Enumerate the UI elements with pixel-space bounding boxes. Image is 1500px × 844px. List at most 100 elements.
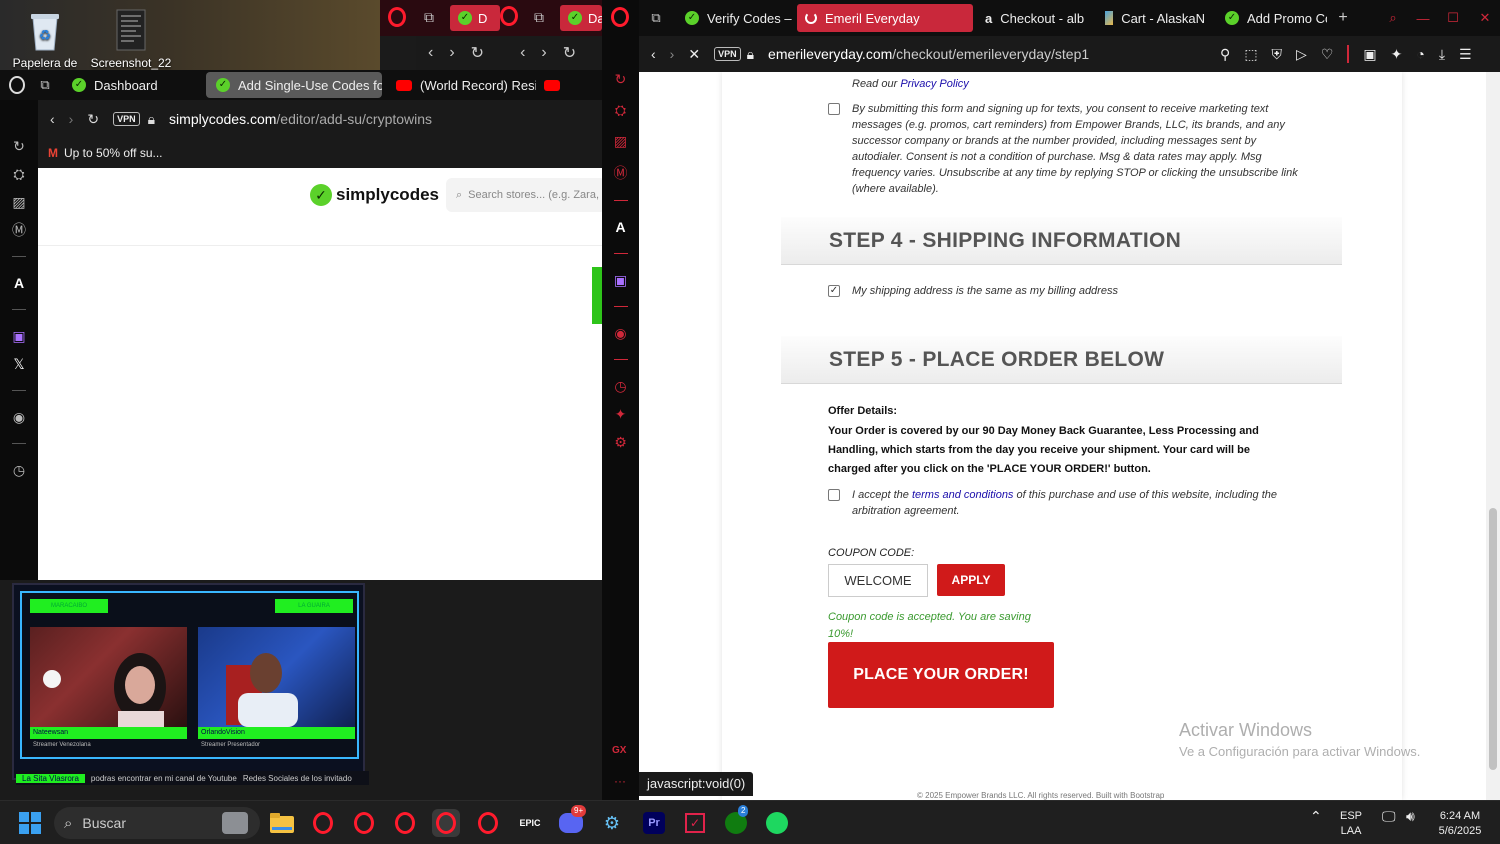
simplycodes-logo[interactable]: ✓ simplycodes: [310, 184, 439, 206]
epic-games-icon[interactable]: EPIC: [516, 809, 544, 837]
url-field[interactable]: emerileveryday.com/checkout/emerileveryd…: [768, 46, 1198, 62]
aria-icon[interactable]: A: [0, 269, 38, 297]
tab-snap-icon[interactable]: ⧉: [424, 9, 434, 26]
back-icon[interactable]: ‹: [651, 46, 656, 62]
extension-icon[interactable]: ▨: [0, 188, 38, 216]
place-order-button[interactable]: PLACE YOUR ORDER!: [828, 642, 1054, 708]
wallet-icon[interactable]: ▣: [1363, 46, 1376, 63]
opera-logo-icon[interactable]: [6, 76, 28, 94]
url-field[interactable]: simplycodes.com/editor/add-su/cryptowins: [169, 111, 432, 127]
tab-cart-alaska[interactable]: Cart - AlaskaN: [1097, 4, 1213, 32]
screenshot-file-shortcut[interactable]: Screenshot_22: [86, 4, 176, 70]
opera-gx-icon[interactable]: [350, 809, 378, 837]
sms-consent-checkbox[interactable]: [828, 103, 840, 115]
maximize-icon[interactable]: ☐: [1440, 10, 1466, 26]
gx-icon[interactable]: GX: [612, 745, 626, 756]
reload-icon[interactable]: ↻: [471, 43, 484, 63]
tab-background[interactable]: ✓ Da: [560, 5, 605, 31]
aria-icon[interactable]: A: [602, 213, 639, 241]
file-explorer-icon[interactable]: [268, 809, 296, 837]
clock[interactable]: 6:24 AM 5/6/2025: [1436, 809, 1484, 839]
reload-icon[interactable]: ↻: [87, 111, 99, 128]
tab-snap-icon[interactable]: ⧉: [534, 9, 544, 26]
search-tabs-icon[interactable]: ⌕: [1380, 10, 1406, 26]
forward-icon[interactable]: ›: [449, 44, 454, 62]
scrollbar-thumb[interactable]: [1489, 508, 1497, 770]
more-icon[interactable]: ···: [614, 774, 626, 788]
side-tab-handle[interactable]: [592, 267, 602, 324]
download-icon[interactable]: ⤓: [1439, 46, 1445, 63]
messenger-icon[interactable]: Ⓜ: [0, 216, 38, 244]
tab-youtube-partial[interactable]: [540, 72, 570, 98]
red-app-icon[interactable]: ✓: [681, 809, 709, 837]
taskbar-search-input[interactable]: ⌕ Buscar: [54, 807, 260, 839]
forward-icon[interactable]: ›: [541, 44, 546, 62]
terms-checkbox[interactable]: [828, 489, 840, 501]
windows-start-button[interactable]: [16, 809, 44, 837]
reload-icon[interactable]: ↻: [563, 43, 576, 63]
opera-gx-icon-active[interactable]: [432, 809, 460, 837]
opera-logo-icon[interactable]: [611, 7, 629, 27]
premiere-pro-icon[interactable]: Pr: [640, 809, 668, 837]
bookmark-item[interactable]: Up to 50% off su...: [64, 146, 163, 160]
vpn-badge[interactable]: VPN: [113, 112, 140, 126]
forward-icon[interactable]: ›: [69, 111, 74, 127]
coupon-code-input[interactable]: WELCOME: [828, 564, 928, 597]
heart-icon[interactable]: ♡: [1321, 46, 1334, 63]
forward-icon[interactable]: ›: [670, 46, 675, 62]
tab-dashboard[interactable]: ✓ Dashboard: [62, 72, 202, 98]
xbox-icon[interactable]: 2: [722, 805, 750, 837]
ai-bot-icon[interactable]: ⛭: [602, 95, 639, 126]
network-icon[interactable]: 🖵︎: [1382, 809, 1396, 824]
show-hidden-icons[interactable]: ⌃: [1310, 809, 1322, 824]
send-icon[interactable]: ▷: [1296, 46, 1307, 63]
pin-icon[interactable]: ⚲: [1220, 46, 1230, 63]
steam-icon[interactable]: ⚙: [598, 809, 626, 837]
discord-icon[interactable]: 9+: [557, 805, 587, 837]
shield-icon[interactable]: ⛨: [1272, 46, 1283, 63]
twitch-icon[interactable]: ▣: [602, 266, 639, 294]
spotify-icon[interactable]: ◉: [0, 403, 38, 431]
close-icon[interactable]: ✕: [1470, 10, 1500, 26]
opera-gx-icon[interactable]: [309, 809, 337, 837]
tab-snap-icon[interactable]: ⧉: [639, 10, 673, 26]
settings-icon[interactable]: ⚙: [602, 428, 639, 456]
tab-background[interactable]: ✓ D: [450, 5, 500, 31]
tab-verify-codes[interactable]: ✓ Verify Codes –: [677, 4, 793, 32]
privacy-policy-link[interactable]: Privacy Policy: [900, 78, 968, 90]
twitch-icon[interactable]: ▣: [0, 322, 38, 350]
profile-icon[interactable]: ◔: [1416, 46, 1424, 62]
extensions-icon[interactable]: ✦: [1391, 46, 1403, 63]
store-search-input[interactable]: ⌕ Search stores... (e.g. Zara, W: [446, 178, 606, 212]
ai-bot-icon[interactable]: ⛭: [0, 160, 38, 188]
tab-snap-icon[interactable]: ⧉: [32, 77, 58, 93]
tab-emeril-everyday[interactable]: Emeril Everyday: [797, 4, 973, 32]
history-icon[interactable]: ◷: [602, 372, 639, 400]
refresh-icon[interactable]: ↻: [0, 132, 38, 160]
tab-add-promo-codes[interactable]: ✓ Add Promo Co: [1217, 4, 1327, 32]
opera-gx-icon[interactable]: [391, 809, 419, 837]
history-icon[interactable]: ◷: [0, 456, 38, 484]
terms-link[interactable]: terms and conditions: [912, 489, 1014, 501]
minimize-icon[interactable]: —: [1410, 11, 1436, 26]
refresh-icon[interactable]: ↻: [602, 64, 639, 95]
x-twitter-icon[interactable]: 𝕏: [0, 350, 38, 378]
language-indicator[interactable]: ESP LAA: [1340, 809, 1362, 839]
recycle-bin-shortcut[interactable]: ♻ Papelera de: [0, 4, 90, 70]
tab-checkout-albertsons[interactable]: a Checkout - alb: [977, 4, 1093, 32]
back-icon[interactable]: ‹: [50, 111, 55, 127]
messenger-icon[interactable]: Ⓜ: [602, 157, 639, 188]
player-icon[interactable]: ◉: [602, 319, 639, 347]
apply-coupon-button[interactable]: APPLY: [937, 564, 1005, 596]
shipping-same-checkbox[interactable]: ✓: [828, 285, 840, 297]
stop-loading-icon[interactable]: ✕: [688, 46, 700, 63]
opera-gx-icon[interactable]: [474, 809, 502, 837]
snapshot-icon[interactable]: ⬚: [1244, 46, 1257, 63]
extension-icon[interactable]: ▨: [602, 126, 639, 157]
tab-youtube-world-record[interactable]: (World Record) Resid: [386, 72, 536, 98]
extensions-icon[interactable]: ✦: [602, 400, 639, 428]
back-icon[interactable]: ‹: [520, 44, 525, 62]
volume-icon[interactable]: 🔊︎: [1406, 809, 1415, 824]
vpn-badge[interactable]: VPN: [714, 47, 741, 61]
menu-icon[interactable]: ☰: [1459, 46, 1472, 63]
